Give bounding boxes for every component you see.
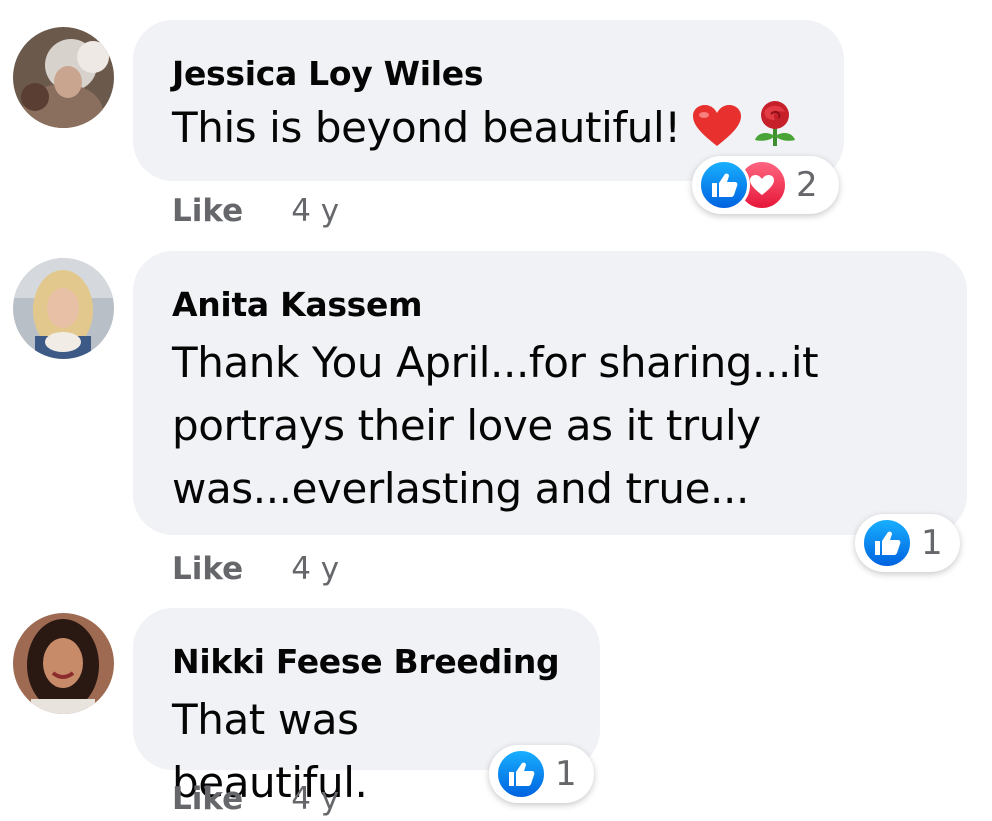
comment-author[interactable]: Nikki Feese Breeding (172, 642, 560, 682)
like-button[interactable]: Like (172, 549, 243, 589)
comment: Jessica Loy Wiles This is beyond beautif… (0, 0, 992, 240)
like-button[interactable]: Like (172, 191, 243, 231)
comment-text: Thank You April...for sharing...it portr… (172, 331, 927, 520)
timestamp-link[interactable]: 4 y (291, 191, 339, 231)
comment: Anita Kassem Thank You April...for shari… (0, 240, 992, 600)
timestamp-link[interactable]: 4 y (291, 549, 339, 589)
reaction-count: 2 (796, 165, 818, 205)
comment-actions: Like 4 y (172, 779, 339, 819)
comment-text-line: Thank You April...for sharing...it (172, 338, 819, 387)
like-reaction-icon (495, 748, 547, 800)
reactions-summary[interactable]: 2 (692, 156, 839, 214)
reaction-count: 1 (921, 523, 943, 563)
avatar[interactable] (13, 258, 114, 359)
comment-author[interactable]: Jessica Loy Wiles (172, 54, 804, 94)
reaction-count: 1 (555, 754, 577, 794)
avatar-image (13, 27, 114, 128)
like-reaction-icon (861, 517, 913, 569)
avatar-image (13, 613, 114, 714)
comment-text-content: This is beyond beautiful! (172, 103, 681, 152)
like-reaction-icon (698, 159, 750, 211)
comment-text-line: portrays their love as it truly (172, 401, 761, 450)
comment-actions: Like 4 y (172, 191, 339, 231)
comment: Nikki Feese Breeding That was beautiful.… (0, 600, 992, 821)
red-heart-icon (691, 104, 743, 148)
rose-icon (751, 100, 799, 148)
avatar[interactable] (13, 613, 114, 714)
reactions-summary[interactable]: 1 (855, 514, 960, 572)
comment-bubble: Anita Kassem Thank You April...for shari… (133, 251, 967, 535)
timestamp-link[interactable]: 4 y (291, 779, 339, 819)
comment-actions: Like 4 y (172, 549, 339, 589)
comment-author[interactable]: Anita Kassem (172, 285, 927, 325)
avatar[interactable] (13, 27, 114, 128)
comment-text-line: was...everlasting and true... (172, 464, 749, 513)
reactions-summary[interactable]: 1 (489, 745, 594, 803)
comment-text: This is beyond beautiful! (172, 96, 804, 159)
like-button[interactable]: Like (172, 779, 243, 819)
avatar-image (13, 258, 114, 359)
